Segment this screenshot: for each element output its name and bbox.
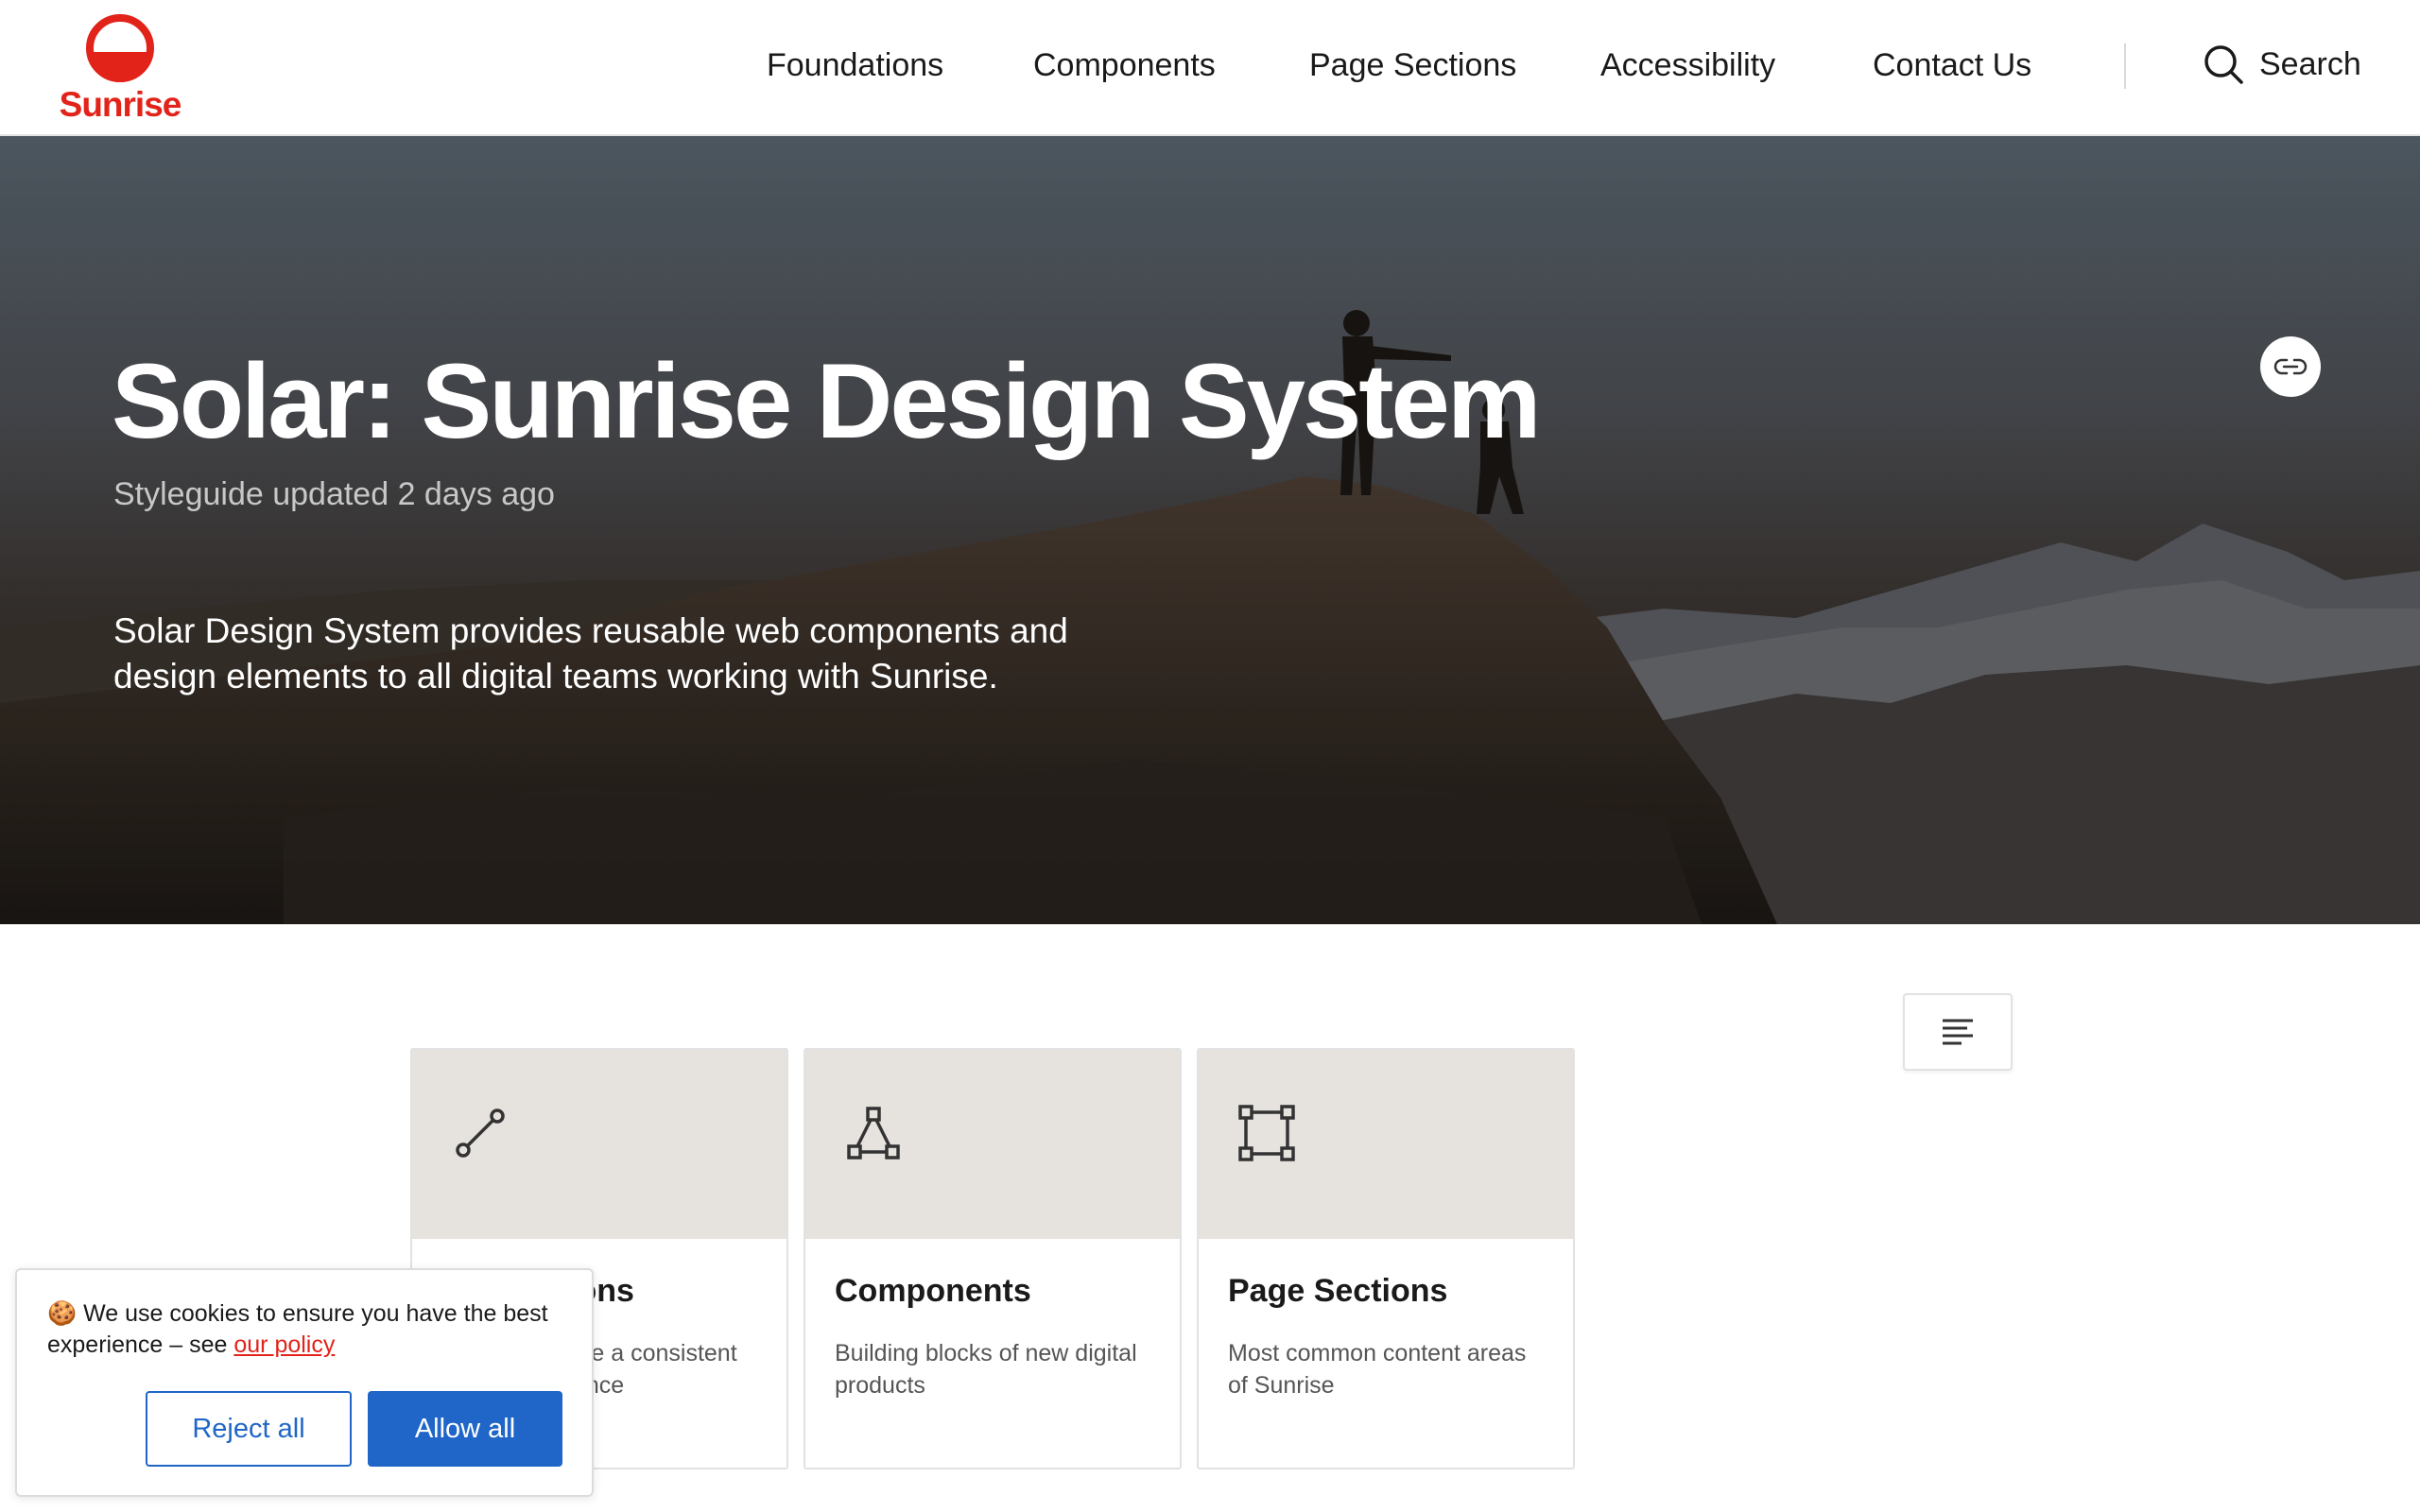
site-header: Sunrise Foundations Components Page Sect… bbox=[0, 0, 2420, 136]
card-description: Most common content areas of Sunrise bbox=[1228, 1340, 1527, 1399]
card-title: Components bbox=[835, 1273, 1031, 1309]
table-of-contents-button[interactable] bbox=[1903, 993, 2013, 1071]
link-icon bbox=[2273, 358, 2308, 375]
nav-page-sections[interactable]: Page Sections bbox=[1309, 47, 1516, 84]
menu-lines-icon bbox=[1943, 1019, 1973, 1045]
cookie-policy-link[interactable]: our policy bbox=[233, 1332, 335, 1358]
allow-all-button[interactable]: Allow all bbox=[368, 1391, 562, 1467]
card-title: Page Sections bbox=[1228, 1273, 1448, 1309]
cookie-banner: 🍪 We use cookies to ensure you have the … bbox=[15, 1268, 594, 1497]
nav-accessibility[interactable]: Accessibility bbox=[1600, 47, 1775, 84]
logo-text: Sunrise bbox=[59, 85, 182, 124]
square-nodes-icon bbox=[1238, 1105, 1295, 1161]
card-header bbox=[412, 1050, 786, 1239]
sunrise-logo[interactable]: Sunrise bbox=[59, 13, 182, 127]
hero-title: Solar: Sunrise Design System bbox=[112, 342, 1541, 460]
line-segment-icon bbox=[456, 1108, 505, 1158]
triangle-nodes-icon bbox=[847, 1107, 900, 1160]
copy-link-button[interactable] bbox=[2260, 336, 2321, 397]
hero-description: Solar Design System provides reusable we… bbox=[113, 611, 1068, 696]
cookie-icon: 🍪 bbox=[47, 1300, 78, 1327]
cookie-message: 🍪 We use cookies to ensure you have the … bbox=[47, 1298, 577, 1361]
reject-all-button[interactable]: Reject all bbox=[146, 1391, 352, 1467]
nav-divider bbox=[2124, 43, 2126, 89]
search-label: Search bbox=[2259, 45, 2361, 82]
nav-contact-us[interactable]: Contact Us bbox=[1873, 47, 2031, 84]
card-components[interactable]: Components Building blocks of new digita… bbox=[804, 1048, 1182, 1469]
card-page-sections[interactable]: Page Sections Most common content areas … bbox=[1197, 1048, 1575, 1469]
hero-mountain-image bbox=[0, 136, 2420, 924]
nav-foundations[interactable]: Foundations bbox=[767, 47, 943, 84]
page: Sunrise Foundations Components Page Sect… bbox=[0, 0, 2420, 1512]
sunrise-logo-mark-icon bbox=[86, 14, 154, 82]
card-header bbox=[1199, 1050, 1573, 1239]
card-header bbox=[805, 1050, 1180, 1239]
search-button[interactable]: Search bbox=[2203, 42, 2361, 87]
card-description: Building blocks of new digital products bbox=[835, 1340, 1137, 1399]
nav-components[interactable]: Components bbox=[1033, 47, 1216, 84]
styleguide-updated-text: Styleguide updated 2 days ago bbox=[113, 476, 555, 512]
search-icon bbox=[2204, 45, 2243, 84]
hero-banner: Solar: Sunrise Design System Styleguide … bbox=[0, 136, 2420, 924]
